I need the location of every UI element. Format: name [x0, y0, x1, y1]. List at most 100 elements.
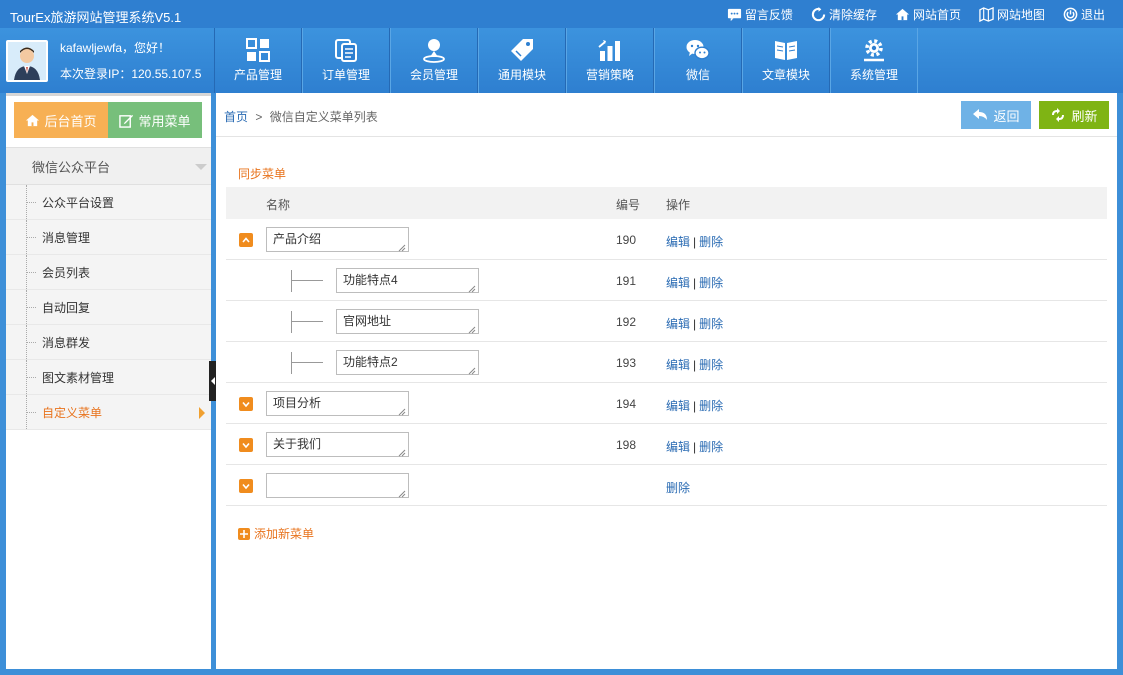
delete-link[interactable]: 删除 [666, 481, 690, 495]
caret-down-icon [195, 164, 207, 170]
edit-link[interactable]: 编辑 [666, 440, 690, 454]
chevron-down-icon [242, 401, 250, 408]
logout-link[interactable]: 退出 [1063, 5, 1105, 23]
row-toggle-button[interactable] [239, 438, 253, 452]
table-row: 项目分析 194 编辑 | 删除 [226, 383, 1107, 424]
common-menu-button[interactable]: 常用菜单 [108, 102, 202, 138]
resize-handle-icon [468, 323, 476, 334]
op-separator: | [693, 358, 697, 372]
row-actions: 编辑 | 删除 [666, 315, 723, 332]
sidebar-item-media[interactable]: 图文素材管理 [6, 360, 211, 395]
refresh-arrows-icon [1052, 108, 1065, 122]
module-order[interactable]: 订单管理 [302, 28, 390, 93]
admin-home-label: 后台首页 [44, 113, 97, 129]
breadcrumb-home-link[interactable]: 首页 [224, 110, 248, 124]
menu-name-input[interactable]: 产品介绍 [266, 227, 409, 252]
chevron-up-icon [242, 237, 250, 243]
active-arrow-icon [199, 407, 205, 419]
module-article[interactable]: 文章模块 [742, 28, 830, 93]
sidebar-item-label: 自定义菜单 [42, 405, 103, 420]
delete-link[interactable]: 删除 [699, 276, 723, 290]
module-common[interactable]: 通用模块 [478, 28, 566, 93]
sidebar-item-broadcast[interactable]: 消息群发 [6, 325, 211, 360]
tree-line [291, 280, 323, 281]
site-home-link[interactable]: 网站首页 [895, 5, 961, 23]
add-menu-link[interactable]: 添加新菜单 [238, 525, 314, 542]
sidebar-item-members[interactable]: 会员列表 [6, 255, 211, 290]
row-actions: 编辑 | 删除 [666, 233, 723, 250]
menu-table: 名称 编号 操作 产品介绍 190 编辑 | 删除 功能特点4 191 编辑 | 删除 官网地址 19… [226, 187, 1107, 506]
sidebar-section-wechat[interactable]: 微信公众平台 [6, 147, 211, 185]
back-button[interactable]: 返回 [961, 101, 1031, 129]
avatar [6, 40, 48, 82]
wechat-icon [686, 40, 710, 60]
top-links: 留言反馈 清除缓存 网站首页 网站地图 退出 [727, 5, 1105, 23]
header: kafawljewfa，您好！ 本次登录IP：120.55.107.5 产品管理… [0, 28, 1123, 93]
clear-cache-link[interactable]: 清除缓存 [811, 5, 877, 23]
module-marketing[interactable]: 营销策略 [566, 28, 654, 93]
quick-buttons: 后台首页 常用菜单 [14, 102, 202, 138]
module-product[interactable]: 产品管理 [214, 28, 302, 93]
op-separator: | [693, 276, 697, 290]
sidebar-collapse-handle[interactable] [209, 361, 216, 401]
edit-link[interactable]: 编辑 [666, 276, 690, 290]
header-id: 编号 [616, 198, 641, 212]
submenu-name-input[interactable]: 功能特点4 [336, 268, 479, 293]
delete-link[interactable]: 删除 [699, 399, 723, 413]
sidebar-item-messages[interactable]: 消息管理 [6, 220, 211, 255]
edit-link[interactable]: 编辑 [666, 317, 690, 331]
sync-menu-link[interactable]: 同步菜单 [238, 165, 286, 182]
menu-name-input[interactable]: 项目分析 [266, 391, 409, 416]
row-toggle-button[interactable] [239, 479, 253, 493]
menu-name-input[interactable] [266, 473, 409, 498]
chevron-down-icon [242, 483, 250, 490]
delete-link[interactable]: 删除 [699, 317, 723, 331]
documents-icon [335, 39, 357, 62]
module-system[interactable]: 系统管理 [830, 28, 918, 93]
sidebar-item-custom-menu[interactable]: 自定义菜单 [6, 395, 211, 430]
delete-link[interactable]: 删除 [699, 358, 723, 372]
resize-handle-icon [468, 364, 476, 375]
sidebar-item-auto-reply[interactable]: 自动回复 [6, 290, 211, 325]
sidebar-item-label: 图文素材管理 [42, 370, 115, 385]
edit-link[interactable]: 编辑 [666, 358, 690, 372]
sidebar-item-label: 公众平台设置 [42, 195, 115, 210]
main-panel: 首页 > 微信自定义菜单列表 返回 刷新 同步菜单 名称 编号 操作 产品介绍 1… [216, 93, 1117, 669]
module-wechat[interactable]: 微信 [654, 28, 742, 93]
menu-name-input[interactable]: 关于我们 [266, 432, 409, 457]
row-toggle-button[interactable] [239, 397, 253, 411]
user-greeting: kafawljewfa，您好！ [60, 41, 171, 55]
refresh-button[interactable]: 刷新 [1039, 101, 1109, 129]
menu-id: 191 [616, 274, 637, 288]
refresh-icon [811, 6, 826, 21]
table-row: 功能特点4 191 编辑 | 删除 [226, 260, 1107, 301]
breadcrumb-separator: > [255, 110, 263, 124]
submenu-name-input[interactable]: 官网地址 [336, 309, 479, 334]
resize-handle-icon [398, 446, 406, 457]
power-icon [1063, 7, 1078, 21]
common-menu-label: 常用菜单 [138, 113, 191, 129]
table-row: 关于我们 198 编辑 | 删除 [226, 424, 1107, 465]
module-common-label: 通用模块 [497, 68, 546, 82]
op-separator: | [693, 440, 697, 454]
delete-link[interactable]: 删除 [699, 440, 723, 454]
delete-link[interactable]: 删除 [699, 235, 723, 249]
sidebar-item-platform-settings[interactable]: 公众平台设置 [6, 185, 211, 220]
sidebar-item-label: 会员列表 [42, 265, 91, 280]
tree-line [291, 270, 292, 292]
edit-link[interactable]: 编辑 [666, 235, 690, 249]
feedback-link[interactable]: 留言反馈 [727, 5, 793, 23]
add-menu-label: 添加新菜单 [254, 527, 315, 541]
row-toggle-button[interactable] [239, 233, 253, 247]
edit-link[interactable]: 编辑 [666, 399, 690, 413]
gear-icon [864, 39, 884, 62]
op-separator: | [693, 235, 697, 249]
tree-line [291, 321, 323, 322]
site-map-link[interactable]: 网站地图 [979, 5, 1045, 23]
book-icon [775, 41, 797, 60]
header-ops: 操作 [666, 198, 691, 212]
login-ip: 本次登录IP：120.55.107.5 [60, 67, 202, 81]
submenu-name-input[interactable]: 功能特点2 [336, 350, 479, 375]
module-member[interactable]: 会员管理 [390, 28, 478, 93]
admin-home-button[interactable]: 后台首页 [14, 102, 108, 138]
